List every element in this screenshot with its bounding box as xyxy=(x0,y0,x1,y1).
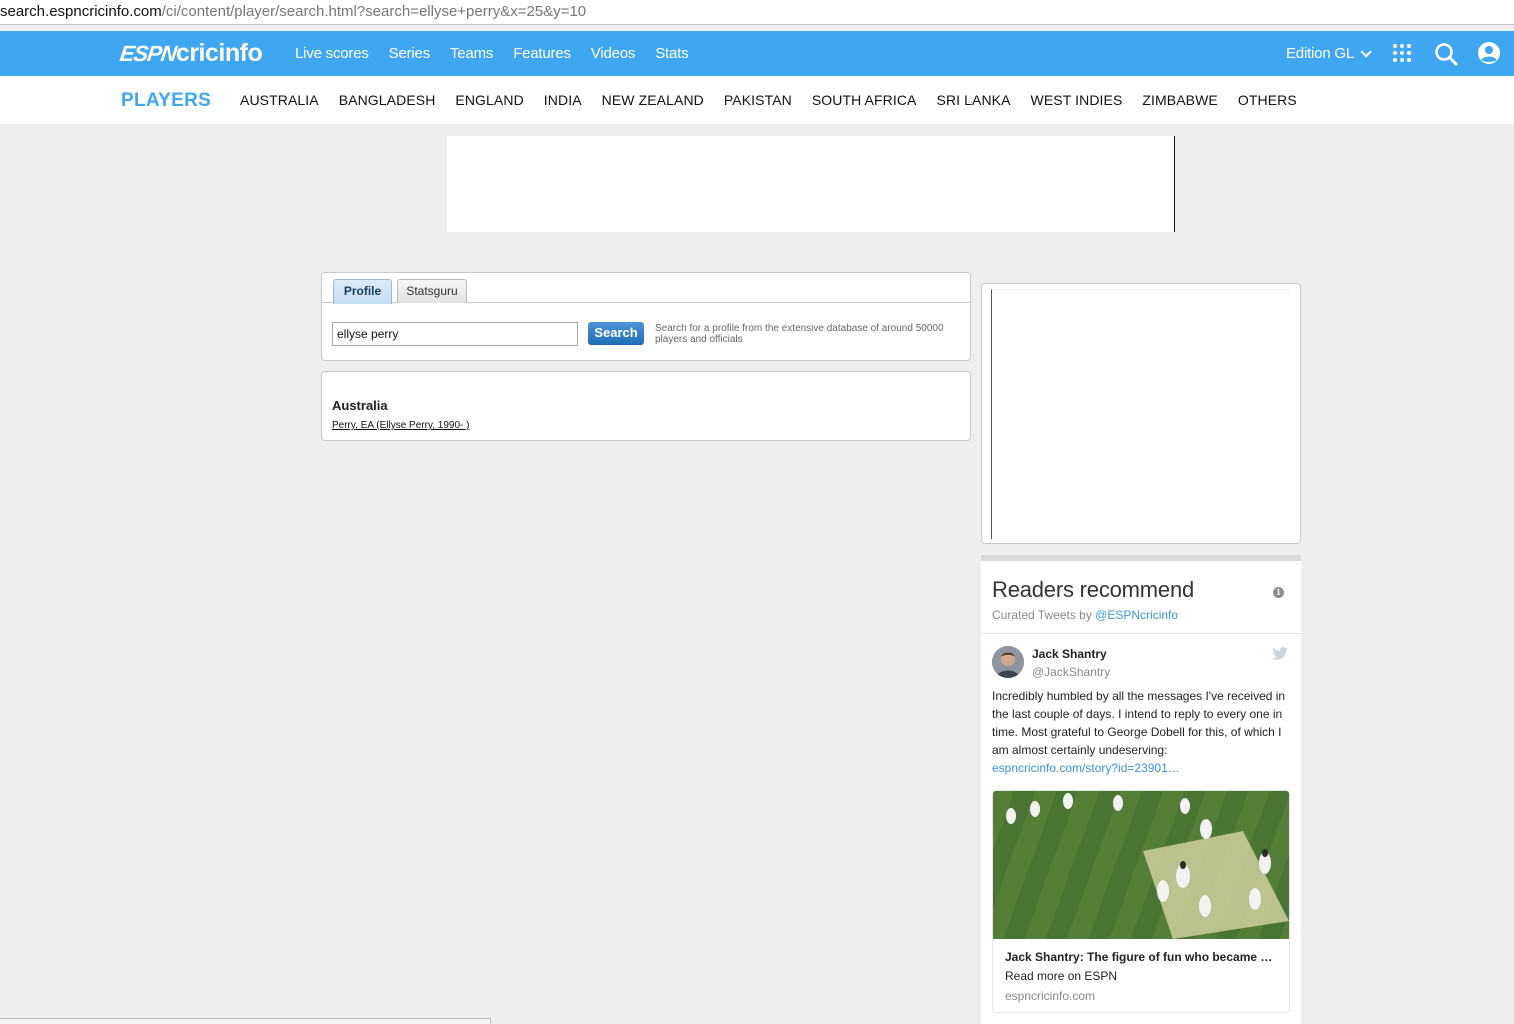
avatar[interactable] xyxy=(992,646,1024,678)
tab-statsguru[interactable]: Statsguru xyxy=(397,279,467,303)
tweet-author-name[interactable]: Jack Shantry xyxy=(1032,647,1107,661)
address-bar[interactable]: search.espncricinfo.com/ci/content/playe… xyxy=(0,0,1514,25)
country-link-sri-lanka[interactable]: SRI LANKA xyxy=(937,92,1011,108)
nav-teams[interactable]: Teams xyxy=(450,45,493,62)
player-search-input[interactable]: ellyse perry xyxy=(332,322,578,346)
country-link-bangladesh[interactable]: BANGLADESH xyxy=(339,92,436,108)
search-icon[interactable] xyxy=(1434,42,1458,66)
country-link-pakistan[interactable]: PAKISTAN xyxy=(724,92,792,108)
readers-recommend-title: Readers recommend xyxy=(992,577,1195,602)
logo-espn-text: ESPN xyxy=(118,40,178,66)
tweet-author-handle[interactable]: @JackShantry xyxy=(1032,665,1110,679)
search-results-panel: Australia Perry, EA (Ellyse Perry, 1990-… xyxy=(321,371,971,441)
sidebar-ad-frame xyxy=(991,289,1291,539)
apps-grid-icon[interactable] xyxy=(1393,44,1411,62)
tab-profile[interactable]: Profile xyxy=(333,279,392,304)
bottom-panel-edge xyxy=(0,1018,491,1024)
banner-ad-slot xyxy=(447,136,1175,232)
espncricinfo-logo[interactable]: ESPNcricinfo xyxy=(118,39,263,69)
sidebar-ad-slot xyxy=(981,283,1301,544)
country-link-south-africa[interactable]: SOUTH AFRICA xyxy=(812,92,917,108)
top-navigation: ESPNcricinfo Live scores Series Teams Fe… xyxy=(0,31,1514,76)
search-hint: Search for a profile from the extensive … xyxy=(655,323,944,345)
tweet-text: Incredibly humbled by all the messages I… xyxy=(992,687,1290,777)
tweet-link[interactable]: espncricinfo.com/story?id=23901… xyxy=(992,761,1180,775)
url-path: /ci/content/player/search.html?search=el… xyxy=(161,3,587,20)
edition-label: Edition GL xyxy=(1286,45,1355,62)
card-title[interactable]: Jack Shantry: The figure of fun who beca… xyxy=(1005,950,1281,964)
country-link-england[interactable]: ENGLAND xyxy=(455,92,523,108)
curated-prefix: Curated Tweets by xyxy=(992,608,1096,622)
cricket-match-image xyxy=(993,791,1289,939)
result-player-link[interactable]: Perry, EA (Ellyse Perry, 1990- ) xyxy=(332,420,469,431)
logo-cricinfo-text: cricinfo xyxy=(175,39,263,67)
search-tabs: Profile Statsguru xyxy=(322,273,970,304)
country-link-west-indies[interactable]: WEST INDIES xyxy=(1031,92,1123,108)
tweet-link-card[interactable]: Jack Shantry: The figure of fun who beca… xyxy=(992,790,1290,1013)
widget-divider xyxy=(981,633,1301,634)
chevron-down-icon xyxy=(1360,45,1372,58)
nav-features[interactable]: Features xyxy=(513,45,571,62)
main-nav-links: Live scores Series Teams Features Videos… xyxy=(295,31,708,76)
result-country-heading: Australia xyxy=(332,398,388,413)
nav-live-scores[interactable]: Live scores xyxy=(295,45,369,62)
curated-by-line: Curated Tweets by @ESPNcricinfo xyxy=(992,608,1178,622)
tweet-body: Incredibly humbled by all the messages I… xyxy=(992,689,1286,757)
info-icon[interactable]: i xyxy=(1273,587,1284,598)
card-description: Read more on ESPN xyxy=(1005,969,1118,983)
country-links: AUSTRALIA BANGLADESH ENGLAND INDIA NEW Z… xyxy=(240,76,1317,124)
readers-recommend-widget: Readers recommend i Curated Tweets by @E… xyxy=(981,555,1301,1024)
country-link-australia[interactable]: AUSTRALIA xyxy=(240,92,319,108)
country-link-new-zealand[interactable]: NEW ZEALAND xyxy=(602,92,704,108)
players-title[interactable]: PLAYERS xyxy=(121,90,211,112)
players-subnav: PLAYERS AUSTRALIA BANGLADESH ENGLAND IND… xyxy=(0,76,1514,124)
search-button[interactable]: Search xyxy=(588,322,644,345)
nav-series[interactable]: Series xyxy=(389,45,431,62)
curated-handle-link[interactable]: @ESPNcricinfo xyxy=(1095,608,1178,622)
nav-videos[interactable]: Videos xyxy=(591,45,636,62)
card-domain: espncricinfo.com xyxy=(1005,989,1096,1003)
country-link-india[interactable]: INDIA xyxy=(544,92,582,108)
user-account-icon[interactable] xyxy=(1477,41,1501,65)
edition-selector[interactable]: Edition GL xyxy=(1286,31,1372,76)
twitter-bird-icon[interactable] xyxy=(1272,647,1288,660)
player-search-panel: Profile Statsguru ellyse perry Search Se… xyxy=(321,272,971,361)
url-host: search.espncricinfo.com xyxy=(0,3,162,20)
nav-stats[interactable]: Stats xyxy=(655,45,688,62)
country-link-others[interactable]: OTHERS xyxy=(1238,92,1297,108)
country-link-zimbabwe[interactable]: ZIMBABWE xyxy=(1142,92,1217,108)
